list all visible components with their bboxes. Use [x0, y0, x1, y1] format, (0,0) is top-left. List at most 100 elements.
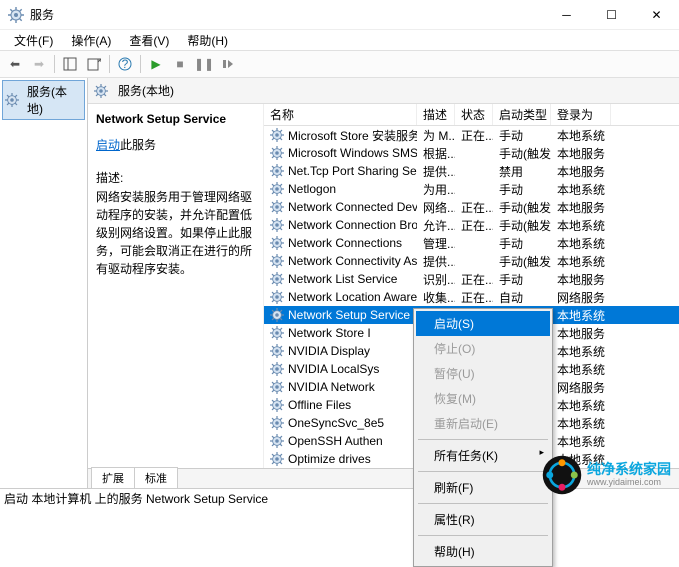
service-name: NVIDIA Network [288, 380, 375, 394]
menu-item[interactable]: 刷新(F) [416, 475, 550, 500]
service-row[interactable]: Network Location Aware...收集...正在...自动网络服… [264, 288, 679, 306]
watermark: 纯净系统家园 www.yidaimei.com [541, 454, 671, 496]
menu-item: 暂停(U) [416, 361, 550, 386]
col-logon[interactable]: 登录为 [551, 104, 611, 125]
gear-icon [270, 308, 284, 322]
tab-extended[interactable]: 扩展 [91, 467, 135, 488]
menu-help[interactable]: 帮助(H) [179, 30, 236, 51]
show-hide-tree-button[interactable] [59, 53, 81, 75]
service-row[interactable]: Netlogon为用...手动本地系统 [264, 180, 679, 198]
menu-action[interactable]: 操作(A) [63, 30, 119, 51]
menu-item[interactable]: 属性(R) [416, 507, 550, 532]
service-status: 正在... [455, 289, 493, 306]
service-desc: 根据... [417, 145, 455, 162]
service-name: Microsoft Store 安装服务 [288, 127, 417, 144]
gear-icon [270, 182, 284, 196]
toolbar: ⬅ ➡ ? ▶ ■ ❚❚ [0, 50, 679, 78]
service-row[interactable]: Network List Service识别...正在...手动本地服务 [264, 270, 679, 288]
col-starttype[interactable]: 启动类型 [493, 104, 551, 125]
menu-item: 重新启动(E) [416, 411, 550, 436]
menu-item[interactable]: 帮助(H) [416, 539, 550, 564]
stop-service-button[interactable]: ■ [169, 53, 191, 75]
service-desc: 为用... [417, 181, 455, 198]
service-starttype: 禁用 [493, 163, 551, 180]
watermark-url: www.yidaimei.com [587, 478, 671, 488]
service-row[interactable]: Net.Tcp Port Sharing Ser...提供...禁用本地服务 [264, 162, 679, 180]
service-row[interactable]: Network Connected Devi...网络...正在...手动(触发… [264, 198, 679, 216]
service-starttype: 手动 [493, 127, 551, 144]
service-logon: 本地服务 [551, 163, 611, 180]
menu-view[interactable]: 查看(V) [121, 30, 177, 51]
service-desc: 提供... [417, 163, 455, 180]
service-row[interactable]: Network Connection Bro...允许...正在...手动(触发… [264, 216, 679, 234]
gear-icon [270, 272, 284, 286]
menu-item[interactable]: 所有任务(K) [416, 443, 550, 468]
description-label: 描述: [96, 169, 255, 186]
service-name: Network Connections [288, 236, 402, 250]
gear-icon [270, 146, 284, 160]
status-text: 启动 本地计算机 上的服务 Network Setup Service [4, 490, 268, 507]
service-desc: 为 M... [417, 127, 455, 144]
svg-text:?: ? [122, 57, 129, 71]
minimize-button[interactable]: ─ [544, 0, 589, 30]
service-name: Microsoft Windows SMS ... [288, 146, 417, 160]
service-logon: 本地系统 [551, 235, 611, 252]
service-desc: 识别... [417, 271, 455, 288]
close-button[interactable]: ✕ [634, 0, 679, 30]
gear-icon [270, 218, 284, 232]
service-name: OpenSSH Authen [288, 434, 383, 448]
start-service-button[interactable]: ▶ [145, 53, 167, 75]
description-pane: Network Setup Service 启动此服务 描述: 网络安装服务用于… [88, 104, 264, 468]
description-text: 网络安装服务用于管理网络驱动程序的安装，并允许配置低级别网络设置。如果停止此服务… [96, 188, 255, 278]
service-logon: 本地系统 [551, 127, 611, 144]
service-row[interactable]: Network Connectivity Ass...提供...手动(触发...… [264, 252, 679, 270]
service-name: Network Connectivity Ass... [288, 254, 417, 268]
watermark-logo [541, 454, 583, 496]
gear-icon [270, 434, 284, 448]
service-logon: 本地系统 [551, 397, 611, 414]
service-starttype: 手动 [493, 271, 551, 288]
gear-icon [270, 200, 284, 214]
gear-icon [270, 236, 284, 250]
menu-item: 恢复(M) [416, 386, 550, 411]
service-row[interactable]: Network Connections管理...手动本地系统 [264, 234, 679, 252]
start-service-link[interactable]: 启动 [96, 138, 120, 152]
service-name: Network Store I [288, 326, 371, 340]
service-row[interactable]: Microsoft Windows SMS ...根据...手动(触发...本地… [264, 144, 679, 162]
nav-label: 服务(本地) [27, 83, 82, 117]
col-status[interactable]: 状态 [455, 104, 493, 125]
pause-service-button[interactable]: ❚❚ [193, 53, 215, 75]
menu-item: 停止(O) [416, 336, 550, 361]
main-header: 服务(本地) [88, 78, 679, 104]
service-row[interactable]: Microsoft Store 安装服务为 M...正在...手动本地系统 [264, 126, 679, 144]
service-logon: 本地服务 [551, 199, 611, 216]
gear-icon [270, 380, 284, 394]
service-name: Netlogon [288, 182, 336, 196]
service-status: 正在... [455, 199, 493, 216]
start-suffix: 此服务 [120, 138, 156, 152]
col-name[interactable]: 名称 [264, 104, 417, 125]
menu-item[interactable]: 启动(S) [416, 311, 550, 336]
menu-file[interactable]: 文件(F) [6, 30, 61, 51]
menu-bar: 文件(F) 操作(A) 查看(V) 帮助(H) [0, 30, 679, 50]
tab-standard[interactable]: 标准 [134, 467, 178, 488]
service-starttype: 手动(触发... [493, 253, 551, 270]
gear-icon [270, 290, 284, 304]
nav-services-local[interactable]: 服务(本地) [2, 80, 85, 120]
service-logon: 本地系统 [551, 217, 611, 234]
service-logon: 网络服务 [551, 379, 611, 396]
maximize-button[interactable]: ☐ [589, 0, 634, 30]
back-button[interactable]: ⬅ [4, 53, 26, 75]
help-button[interactable]: ? [114, 53, 136, 75]
forward-button[interactable]: ➡ [28, 53, 50, 75]
service-name: Offline Files [288, 398, 351, 412]
service-logon: 本地服务 [551, 145, 611, 162]
col-desc[interactable]: 描述 [417, 104, 455, 125]
service-desc: 管理... [417, 235, 455, 252]
service-status: 正在... [455, 217, 493, 234]
restart-service-button[interactable] [217, 53, 239, 75]
service-name: NVIDIA Display [288, 344, 370, 358]
export-button[interactable] [83, 53, 105, 75]
gear-icon [270, 254, 284, 268]
service-status: 正在... [455, 127, 493, 144]
